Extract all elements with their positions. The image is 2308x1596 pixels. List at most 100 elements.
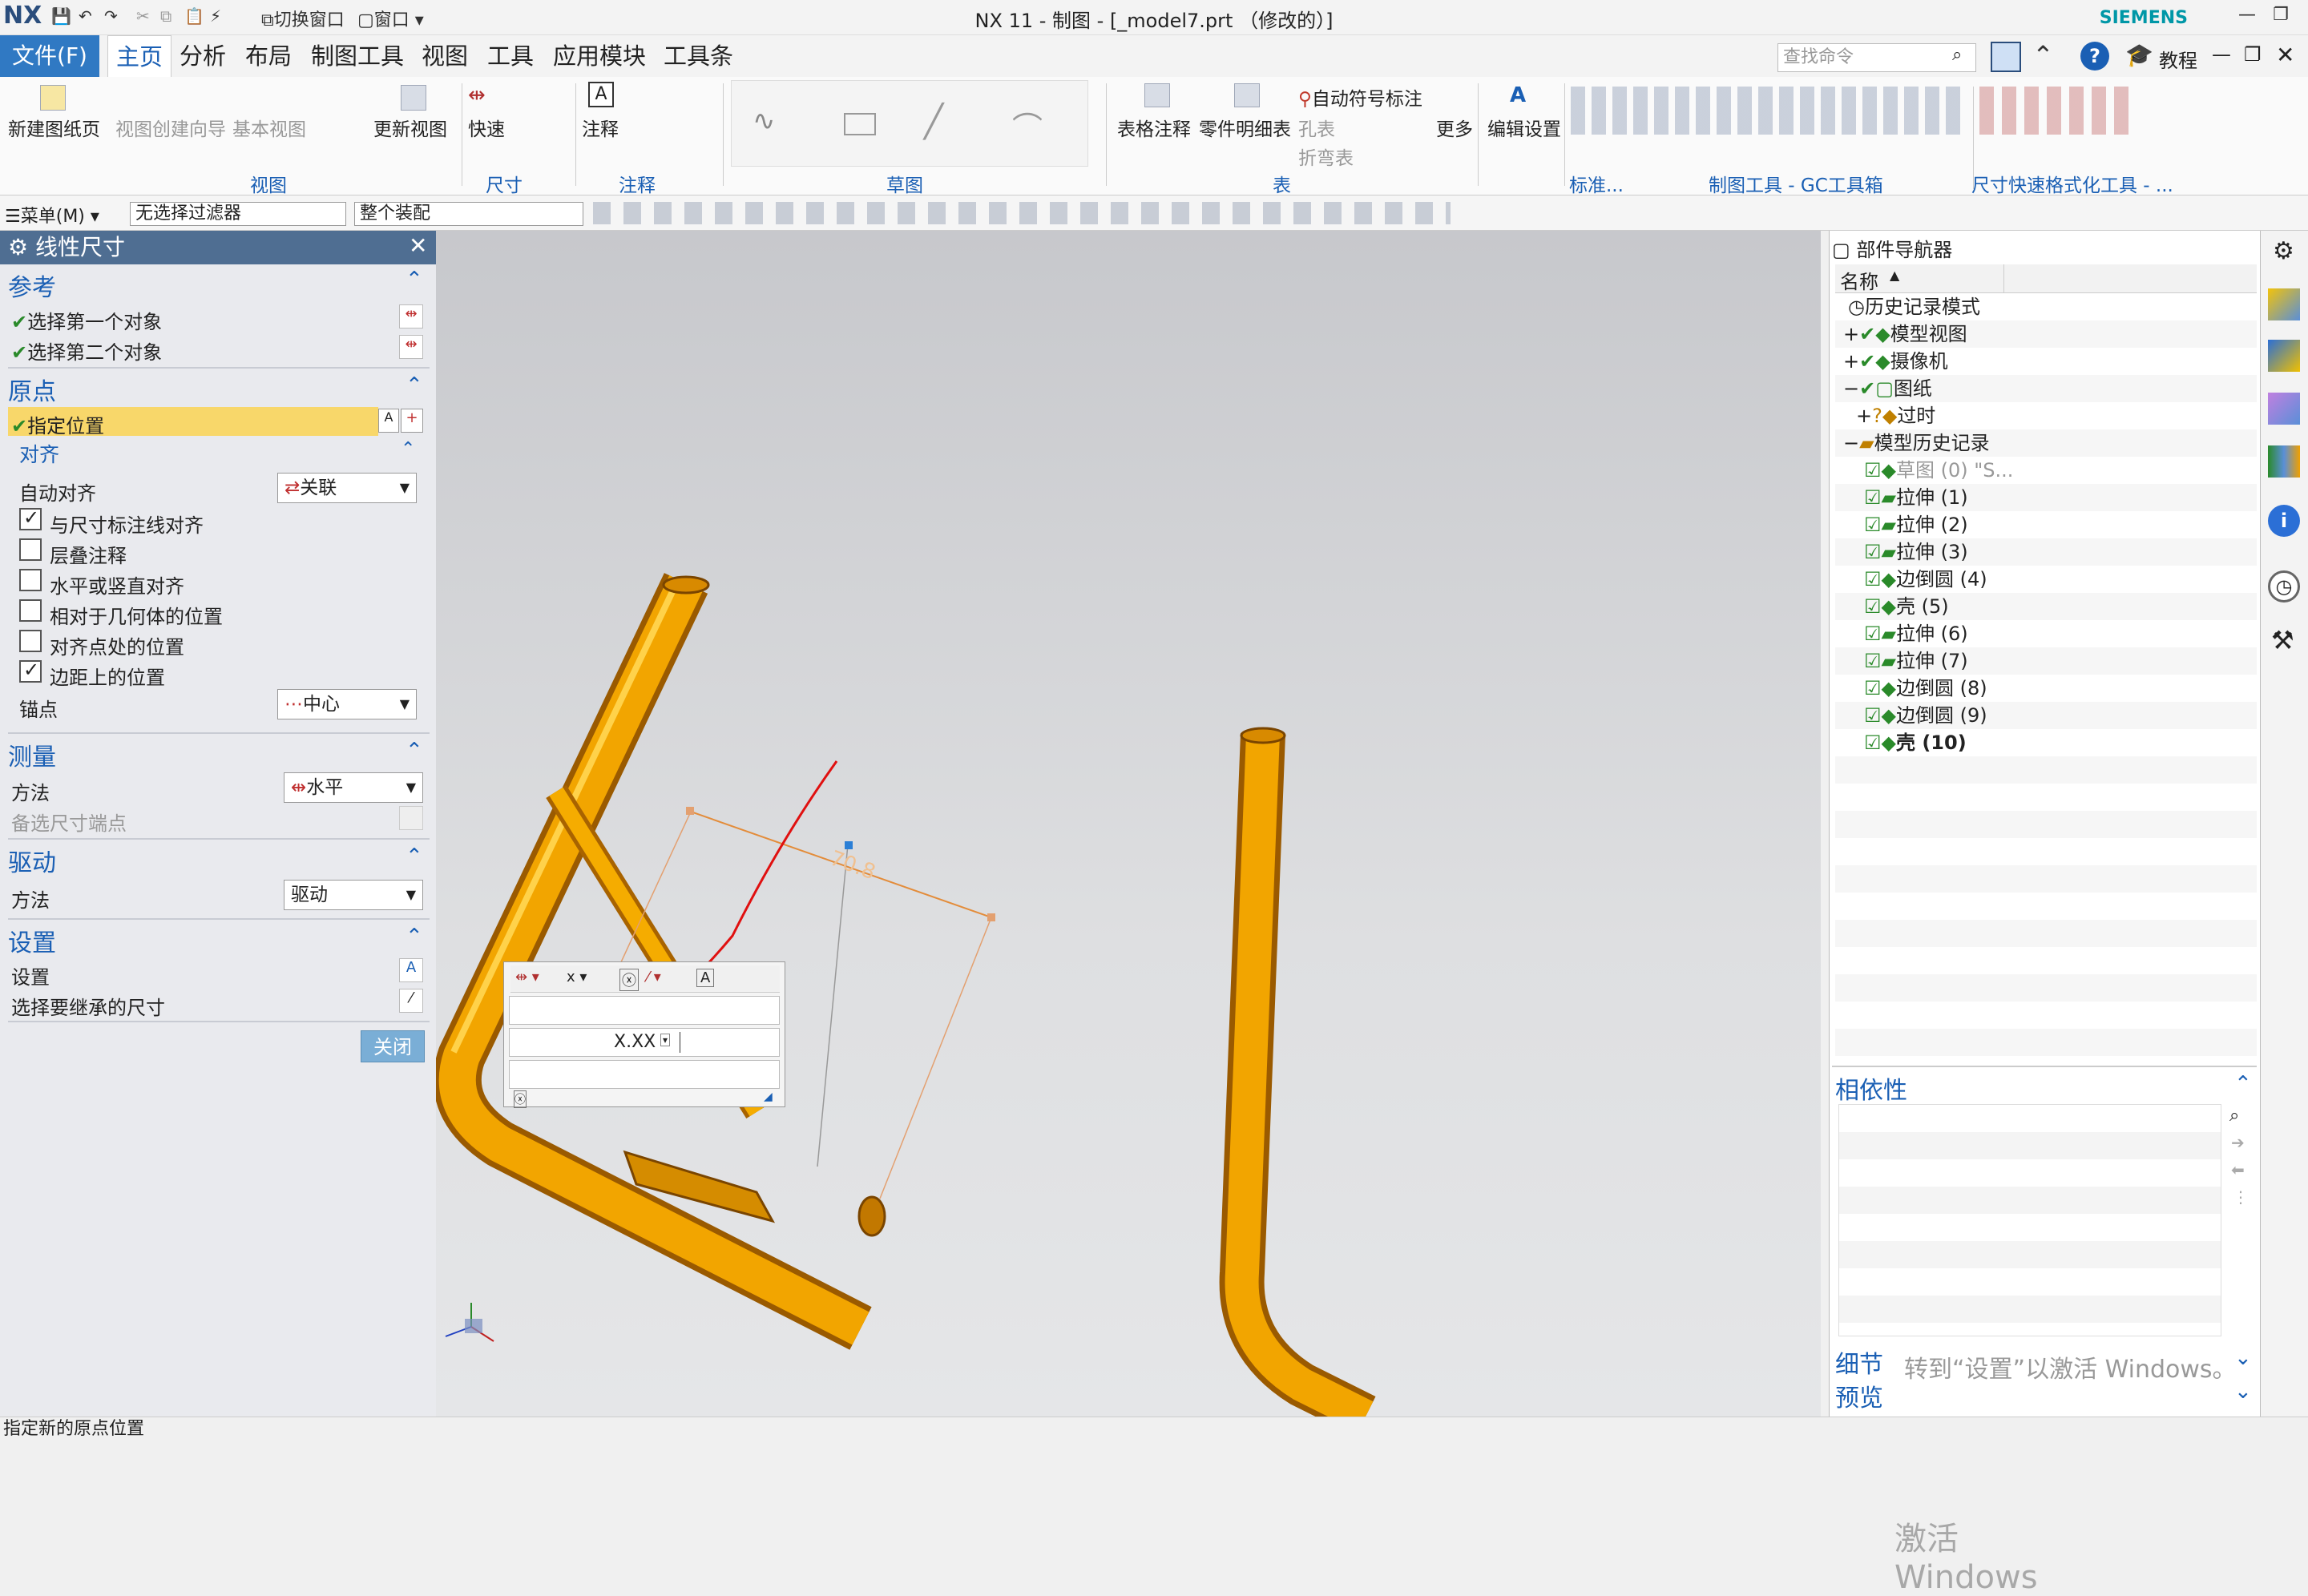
graphics-window[interactable]: 70.8 激活 Windows [436,231,2038,1596]
tab-applications[interactable]: 应用模块 [553,35,646,77]
back-icon[interactable]: ⬅ [2231,1160,2245,1179]
suffix-text-input[interactable] [509,1060,780,1089]
tree-item[interactable]: +✔◆摄像机 [1843,348,1948,375]
tree-item[interactable]: ☑▰拉伸 (6) [1864,620,1968,647]
tree-item[interactable]: +✔◆模型视图 [1843,320,1967,348]
column-divider[interactable] [2003,264,2004,293]
checkbox-stack-annotation[interactable] [19,538,42,561]
tutorial-link[interactable]: 教程 [2159,45,2197,73]
forward-icon[interactable]: ➔ [2231,1133,2245,1152]
specify-location-row[interactable]: ✔指定位置 [8,407,378,437]
annotation-settings-icon[interactable]: A [696,969,715,987]
reset-icon[interactable]: ⓧ [514,1090,527,1108]
chevron-down-icon[interactable]: ⌄ [2234,1346,2252,1370]
tab-drafting-tools[interactable]: 制图工具 [311,35,404,77]
auto-balloon-button[interactable]: ⚲自动符号标注 [1298,83,1422,111]
chevron-up-icon[interactable]: ⌃ [406,925,423,949]
chevron-up-icon[interactable]: ⌃ [406,373,423,397]
settings-edit-icon[interactable]: A [399,958,423,982]
tree-item[interactable]: ☑◆边倒圆 (9) [1864,702,1987,729]
chevron-up-icon[interactable]: ⌃ [2234,1072,2252,1096]
bend-table-button[interactable]: 折弯表 [1298,143,1354,170]
annotation-button[interactable]: 注释 [582,114,619,141]
assembly-navigator-icon[interactable] [2268,288,2300,320]
tab-view[interactable]: 视图 [422,35,468,77]
collapse-ribbon-icon[interactable]: ⌃ [2032,40,2054,71]
main-menu-button[interactable]: ☰菜单(M) ▾ [5,202,99,228]
checkbox-margin-position[interactable] [19,659,42,683]
dimension-edit-popup[interactable]: ⇹ ▾ x ▾ ⓧ ⁄ ▾ A X.XX ▾ ⓧ ◢ [503,961,785,1108]
hole-table-button[interactable]: 孔表 [1298,114,1335,141]
sort-ascending-icon[interactable]: ▲ [1890,268,1899,283]
tree-item[interactable]: ☑◆边倒圆 (4) [1864,566,1987,593]
section-drive[interactable]: 驱动 [8,843,56,878]
section-reference[interactable]: 参考 [8,268,56,303]
table-note-button[interactable]: 表格注释 [1117,114,1191,141]
details-panel-header[interactable]: 细节 [1835,1344,1883,1380]
graduation-cap-icon[interactable]: 🎓 [2125,42,2153,68]
origin-handle[interactable] [845,841,853,849]
part-navigator-icon[interactable] [2268,393,2300,425]
tree-item[interactable]: −✔▢图纸 [1843,375,1932,402]
quick-format-icons[interactable] [1979,87,2137,135]
rectangle-icon[interactable] [844,113,876,135]
selection-filter-select[interactable]: 无选择过滤器 [130,202,346,226]
tolerance-dropdown-icon[interactable]: ▾ [660,1034,671,1046]
sketch-gallery[interactable]: ∿ ╱ ⌒ [731,80,1088,167]
history-icon[interactable]: ◷ [2268,570,2300,603]
tree-item[interactable]: ☑▰拉伸 (7) [1864,647,1968,675]
tree-item-current[interactable]: ☑◆壳 (10) [1864,729,1967,756]
chevron-up-icon[interactable]: ⌃ [406,268,423,292]
alternate-endpoint-icon[interactable] [399,806,423,830]
preview-panel-header[interactable]: 预览 [1835,1378,1883,1413]
new-sheet-button[interactable]: 新建图纸页 [8,114,100,141]
search-icon[interactable]: ⌕ [1952,45,1962,65]
x-dropdown[interactable]: x ▾ [567,969,587,985]
gc-toolbox-icons[interactable] [1571,87,1963,135]
checkbox-relative-geometry[interactable] [19,599,42,622]
section-origin[interactable]: 原点 [8,372,56,407]
expand-icon[interactable]: + [1856,405,1872,427]
chevron-up-icon[interactable]: ⌃ [406,739,423,763]
tree-item[interactable]: ☑▰拉伸 (1) [1864,484,1968,511]
selection-scope-select[interactable]: 整个装配 [354,202,583,226]
spline-icon[interactable]: ∿ [753,105,776,137]
column-name[interactable]: 名称 [1840,266,1878,294]
robot-icon[interactable]: ⚒ [2271,625,2294,655]
dependency-panel-header[interactable]: 相依性 [1835,1070,1907,1106]
gear-icon[interactable]: ⚙ [2273,237,2294,265]
text-location-icon[interactable]: A [378,409,399,433]
select-object-icon[interactable]: ⇹ [399,304,423,328]
tab-analysis[interactable]: 分析 [180,35,226,77]
constraint-navigator-icon[interactable] [2268,340,2300,372]
expand-icon[interactable]: + [1843,350,1859,373]
tab-layout[interactable]: 布局 [245,35,292,77]
prefix-text-input[interactable] [509,996,780,1025]
drive-method-select[interactable]: 驱动 [284,880,423,910]
model-viewport[interactable]: 70.8 [436,231,1821,1417]
text-format-icon[interactable]: ⁄ ▾ [647,969,661,985]
list-icon[interactable]: ⋮ [2233,1187,2249,1207]
tree-item[interactable]: ☑▰拉伸 (3) [1864,538,1968,566]
close-icon[interactable]: ✕ [409,232,427,259]
close-doc-icon[interactable]: ✕ [2276,42,2294,68]
tolerance-icon[interactable]: ⓧ [619,969,639,991]
line-icon[interactable]: ╱ [924,103,943,140]
minimize-icon[interactable]: — [2231,5,2263,25]
origin-tool-icon[interactable]: + [401,409,423,433]
section-measure[interactable]: 测量 [8,737,56,772]
parts-list-button[interactable]: 零件明细表 [1199,114,1291,141]
checkbox-align-with-dim-line[interactable] [19,506,42,530]
tree-item[interactable]: +?◆过时 [1856,402,1935,429]
reuse-library-icon[interactable] [2268,445,2300,478]
edit-settings-button[interactable]: 编辑设置 [1487,114,1561,141]
select-first-object[interactable]: ✔选择第一个对象 [11,306,162,334]
dimension-type-icon[interactable]: ⇹ ▾ [515,969,539,985]
anchor-select[interactable]: ⋯中心 [277,689,417,719]
fullscreen-icon[interactable] [1991,42,2021,72]
chevron-up-icon[interactable]: ⌃ [401,439,415,459]
close-button[interactable]: 关闭 [361,1030,425,1062]
file-menu[interactable]: 文件(F) [0,35,99,77]
dimension-handle[interactable] [987,913,995,921]
minimize-doc-icon[interactable]: — [2212,43,2231,66]
